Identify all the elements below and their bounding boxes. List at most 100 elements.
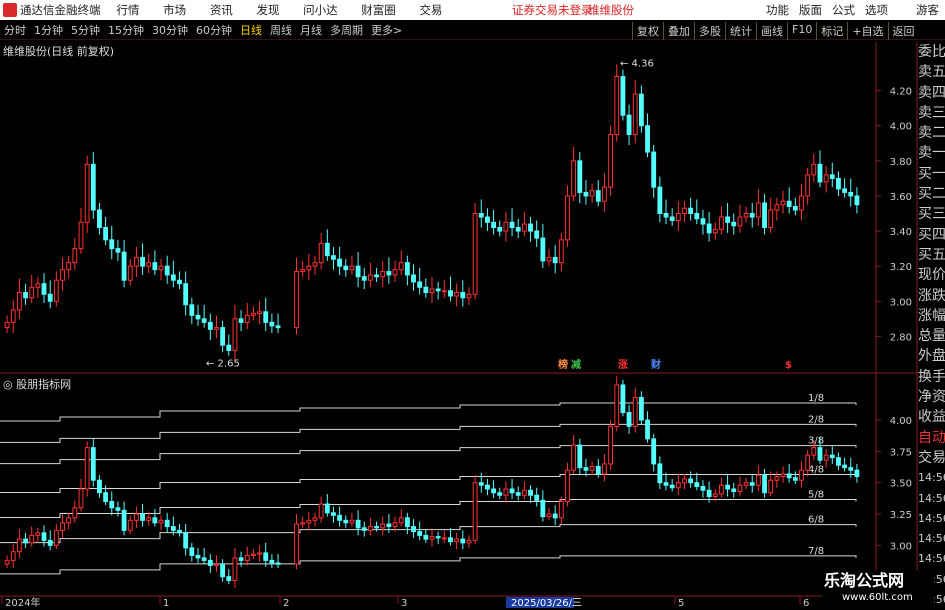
candle-body: [792, 205, 798, 211]
candle-body: [602, 186, 607, 202]
sidebar-buy3[interactable]: 买三: [918, 204, 945, 224]
sub-candle-body: [158, 519, 164, 524]
candle-body: [688, 207, 694, 215]
sub-candle-body: [595, 465, 601, 475]
sub-candle-body: [29, 534, 35, 544]
sub-candle-body: [682, 478, 687, 484]
candle-body: [712, 228, 718, 234]
sidebar-sell3[interactable]: 卖三: [918, 103, 945, 123]
sub-candle-body: [374, 526, 379, 529]
sub-candle-body: [558, 501, 564, 519]
candle-body: [774, 204, 780, 211]
sub-candle-body: [552, 513, 558, 519]
sidebar-change[interactable]: 涨跌: [918, 286, 945, 306]
sidebar-change-pct[interactable]: 涨幅: [918, 306, 945, 326]
sub-candle-body: [306, 519, 312, 524]
candle-body: [47, 293, 53, 302]
candle-body: [10, 309, 16, 323]
sidebar-buy2[interactable]: 买二: [918, 184, 945, 204]
sub-candle-body: [84, 447, 90, 490]
candle-body: [663, 213, 669, 218]
sub-candle-body: [16, 538, 22, 553]
time-label: 2025/03/26/三: [511, 598, 582, 609]
sidebar-outer[interactable]: 外盘: [918, 346, 945, 366]
sub-candle-body: [90, 447, 96, 481]
candle-body: [503, 221, 509, 232]
sidebar-volume[interactable]: 总量: [918, 326, 945, 346]
candle-body: [411, 274, 416, 283]
sidebar-time: 14:56: [918, 511, 945, 525]
candle-body: [226, 344, 232, 351]
candle-body: [380, 270, 386, 278]
sub-candle-body: [72, 507, 78, 519]
main-ylabel: 3.20: [890, 262, 912, 273]
candle-body: [608, 134, 613, 188]
sub-candle-body: [743, 482, 749, 486]
candle-body: [53, 279, 59, 302]
time-label: 2024年: [5, 596, 40, 609]
sidebar-netasset[interactable]: 净资: [918, 387, 945, 407]
sub-candle-body: [836, 457, 841, 466]
sidebar-buy1[interactable]: 买一: [918, 164, 945, 184]
candle-body: [682, 207, 687, 215]
sidebar-sell2[interactable]: 卖二: [918, 123, 945, 143]
fraction-line: [0, 402, 857, 422]
fraction-label: 6/8: [808, 515, 824, 526]
candle-body: [768, 209, 774, 229]
sub-candle-body: [651, 438, 657, 465]
sub-candle-body: [817, 447, 823, 461]
sub-candle-body: [201, 557, 207, 561]
sub-candle-body: [251, 553, 256, 556]
sidebar-sell5[interactable]: 卖五: [918, 62, 945, 82]
sidebar-buy5[interactable]: 买五: [918, 245, 945, 265]
sidebar-auto[interactable]: 自动: [918, 428, 945, 448]
candlestick-chart[interactable]: 4.20 4.00 3.80 3.60 3.40 3.20 3.00 2.80 4.00 3.75…: [0, 0, 945, 609]
sub-candle-body: [177, 529, 182, 534]
sidebar-trade[interactable]: 交易: [918, 448, 945, 468]
candle-body: [324, 242, 330, 257]
candle-body: [201, 318, 207, 323]
sidebar-turnover[interactable]: 换手: [918, 367, 945, 387]
sidebar-weibi[interactable]: 委比: [918, 42, 945, 62]
sub-candle-body: [669, 484, 675, 489]
fraction-line: [0, 555, 857, 575]
sidebar-buy4[interactable]: 买四: [918, 225, 945, 245]
sidebar-sell1[interactable]: 卖一: [918, 143, 945, 163]
sub-candle-body: [368, 526, 373, 531]
sub-candle-body: [466, 539, 472, 544]
candle-body: [164, 265, 170, 276]
fraction-label: 2/8: [808, 414, 824, 425]
candle-body: [632, 93, 638, 136]
sub-candle-body: [620, 384, 626, 414]
sub-candle-body: [700, 485, 706, 491]
event-tag-finance[interactable]: 财: [650, 360, 662, 372]
sub-candle-body: [109, 501, 115, 509]
candle-body: [645, 125, 650, 153]
candle-body: [127, 265, 133, 281]
sub-candle-body: [146, 517, 152, 521]
sub-candle-body: [423, 534, 429, 540]
sub-candle-body: [78, 488, 84, 509]
candle-body: [540, 237, 546, 262]
sub-candle-body: [4, 559, 10, 565]
candle-body: [35, 283, 41, 288]
sub-candle-body: [509, 488, 515, 494]
candle-body: [577, 160, 583, 193]
sidebar-sell4[interactable]: 卖四: [918, 83, 945, 103]
time-label: 1: [163, 598, 169, 609]
sidebar-eps[interactable]: 收益: [918, 407, 945, 427]
sub-candle-body: [398, 517, 404, 524]
candle-body: [737, 216, 743, 227]
sub-candle-body: [515, 492, 521, 496]
sub-candle-body: [411, 526, 416, 533]
sub-ylabel: 3.25: [890, 510, 912, 521]
sub-candle-body: [546, 513, 552, 518]
candle-body: [423, 286, 429, 294]
sidebar-price[interactable]: 现价: [918, 265, 945, 285]
event-tag-limitup[interactable]: 涨: [617, 360, 629, 372]
sub-ylabel: 3.00: [890, 541, 912, 552]
event-tag-reduce[interactable]: 减: [570, 360, 582, 372]
event-tag-list[interactable]: 榜: [557, 360, 569, 372]
event-tag-dollar[interactable]: $: [784, 360, 793, 372]
candle-body: [146, 262, 152, 267]
